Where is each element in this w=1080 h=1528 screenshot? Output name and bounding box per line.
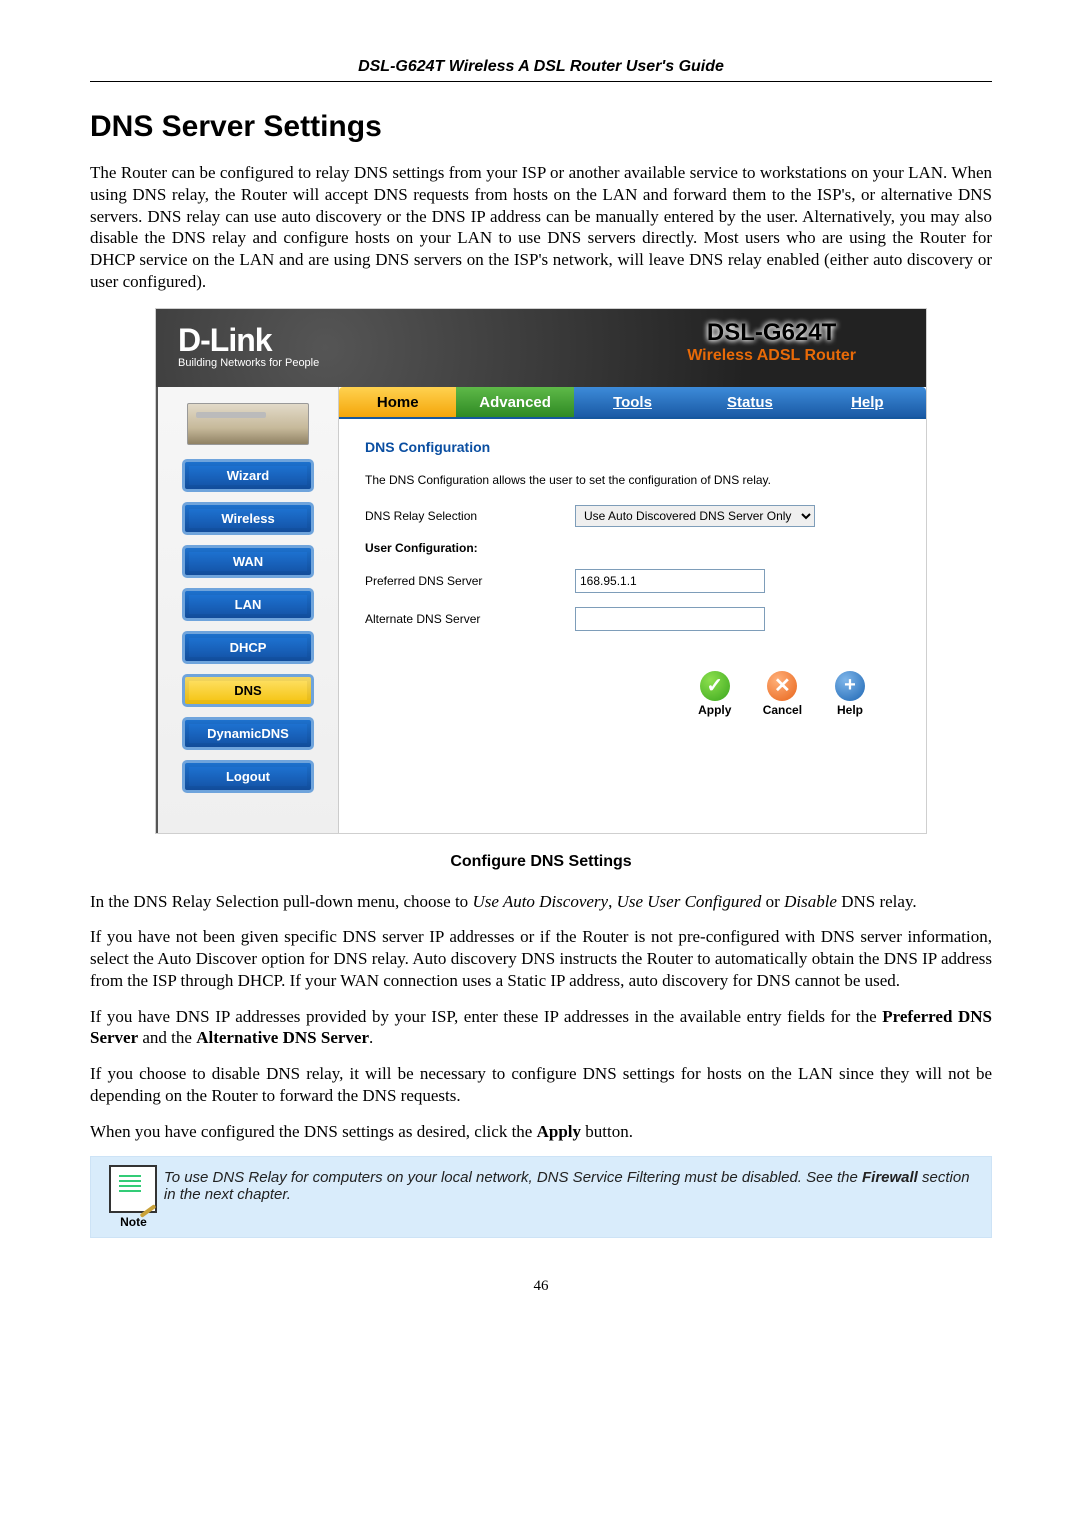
top-tabs: Home Advanced Tools Status Help (339, 387, 926, 419)
panel-title: DNS Configuration (365, 439, 900, 455)
tab-tools[interactable]: Tools (574, 387, 691, 417)
page-title: DNS Server Settings (90, 110, 992, 144)
cancel-button[interactable]: ✕ Cancel (752, 671, 812, 717)
pref-dns-label: Preferred DNS Server (365, 574, 575, 588)
cancel-label: Cancel (763, 703, 802, 717)
check-icon: ✓ (700, 671, 730, 701)
router-image (187, 403, 309, 445)
brand-logo: D-Link (178, 326, 319, 355)
sidebar: Wizard Wireless WAN LAN DHCP DNS Dynamic… (156, 387, 339, 833)
p3: If you have DNS IP addresses provided by… (90, 1006, 992, 1050)
x-icon: ✕ (767, 671, 797, 701)
device-subtitle: Wireless ADSL Router (687, 347, 856, 365)
sidebar-item-logout[interactable]: Logout (182, 760, 314, 793)
header-rule (90, 81, 992, 82)
sidebar-item-lan[interactable]: LAN (182, 588, 314, 621)
panel-desc: The DNS Configuration allows the user to… (365, 473, 900, 487)
tab-advanced[interactable]: Advanced (456, 387, 573, 417)
alt-dns-input[interactable] (575, 607, 765, 631)
pref-dns-input[interactable] (575, 569, 765, 593)
tab-status[interactable]: Status (691, 387, 808, 417)
p2: If you have not been given specific DNS … (90, 926, 992, 991)
sidebar-item-wan[interactable]: WAN (182, 545, 314, 578)
tab-home[interactable]: Home (339, 387, 456, 417)
router-screenshot: D-Link Building Networks for People DSL-… (156, 309, 926, 833)
plus-icon: + (835, 671, 865, 701)
note-label: Note (103, 1215, 164, 1229)
user-config-label: User Configuration: (365, 541, 575, 555)
relay-select[interactable]: Use Auto Discovered DNS Server Only (575, 505, 815, 527)
sidebar-item-dhcp[interactable]: DHCP (182, 631, 314, 664)
note-text: To use DNS Relay for computers on your l… (164, 1165, 979, 1203)
sidebar-item-dns[interactable]: DNS (182, 674, 314, 707)
alt-dns-label: Alternate DNS Server (365, 612, 575, 626)
sidebar-item-wizard[interactable]: Wizard (182, 459, 314, 492)
apply-label: Apply (698, 703, 731, 717)
help-button[interactable]: + Help (820, 671, 880, 717)
apply-button[interactable]: ✓ Apply (685, 671, 745, 717)
help-label: Help (837, 703, 863, 717)
p4: If you choose to disable DNS relay, it w… (90, 1063, 992, 1107)
figure-caption: Configure DNS Settings (90, 853, 992, 871)
brand-tagline: Building Networks for People (178, 357, 319, 369)
sidebar-item-wireless[interactable]: Wireless (182, 502, 314, 535)
relay-label: DNS Relay Selection (365, 509, 575, 523)
intro-paragraph: The Router can be configured to relay DN… (90, 162, 992, 293)
page-number: 46 (90, 1278, 992, 1295)
p1: In the DNS Relay Selection pull-down men… (90, 891, 992, 913)
tab-help[interactable]: Help (809, 387, 926, 417)
note-callout: Note To use DNS Relay for computers on y… (90, 1156, 992, 1238)
shot-header: D-Link Building Networks for People DSL-… (156, 309, 926, 387)
device-model: DSL-G624T (687, 319, 856, 347)
doc-header: DSL-G624T Wireless A DSL Router User's G… (90, 58, 992, 81)
p5: When you have configured the DNS setting… (90, 1121, 992, 1143)
sidebar-item-dynamicdns[interactable]: DynamicDNS (182, 717, 314, 750)
note-icon (109, 1165, 157, 1213)
